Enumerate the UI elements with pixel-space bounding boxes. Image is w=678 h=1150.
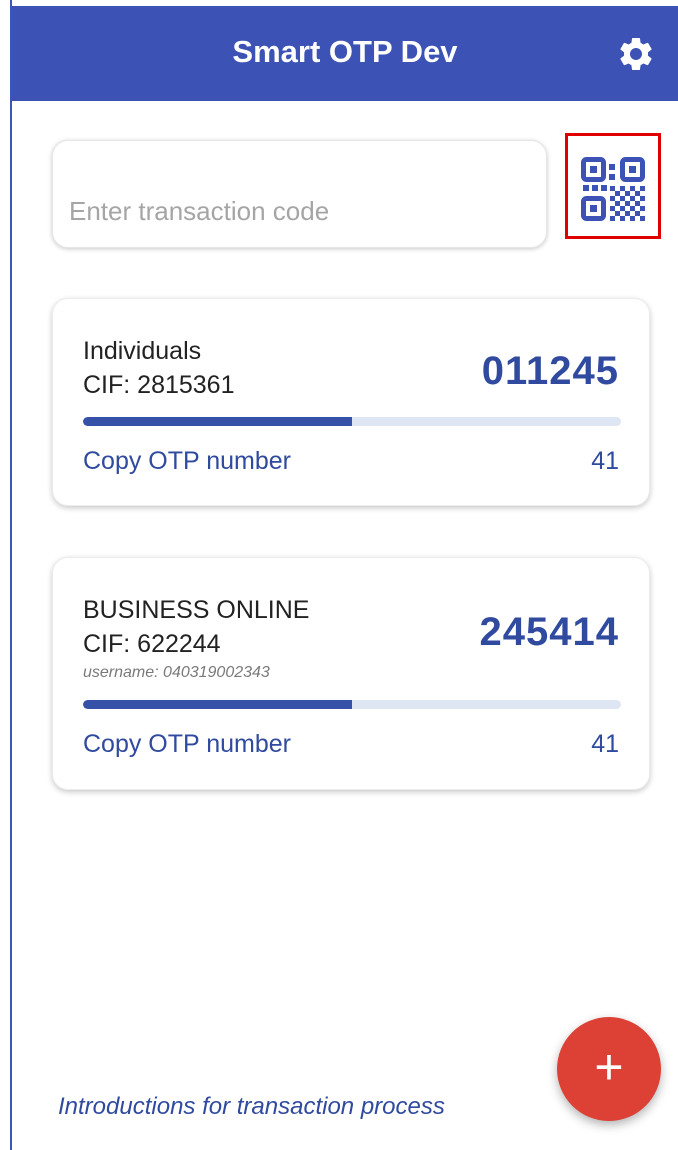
transaction-code-input[interactable]	[69, 189, 529, 233]
app-title: Smart OTP Dev	[232, 34, 458, 69]
transaction-code-field	[52, 140, 547, 248]
app-bar: Smart OTP Dev	[12, 6, 678, 101]
otp-code: 011245	[481, 349, 619, 393]
otp-timer-bar	[83, 417, 621, 426]
transaction-instructions-link[interactable]: Introductions for transaction process	[58, 1093, 445, 1121]
gear-icon[interactable]	[616, 34, 656, 74]
otp-timer-bar	[83, 700, 621, 709]
otp-timer-fill	[83, 700, 352, 709]
app-screen: Smart OTP Dev Enter transaction code Ind…	[10, 0, 678, 1150]
copy-otp-button[interactable]: Copy OTP number	[83, 447, 291, 476]
otp-card-individuals: Individuals CIF: 2815361 011245 Copy OTP…	[52, 298, 650, 506]
otp-card-business: BUSINESS ONLINE CIF: 622244 username: 04…	[52, 557, 650, 790]
account-username: username: 040319002343	[83, 664, 270, 681]
add-account-button[interactable]: +	[557, 1017, 661, 1121]
scan-qr-button[interactable]	[565, 133, 661, 239]
otp-countdown: 41	[591, 447, 619, 475]
otp-timer-fill	[83, 417, 352, 426]
account-name: BUSINESS ONLINE	[83, 596, 310, 624]
account-name: Individuals	[83, 337, 202, 365]
qr-code-icon	[581, 157, 645, 221]
account-cif: CIF: 2815361	[83, 371, 235, 399]
copy-otp-button[interactable]: Copy OTP number	[83, 730, 291, 759]
otp-countdown: 41	[591, 730, 619, 758]
account-cif: CIF: 622244	[83, 630, 221, 658]
otp-code: 245414	[479, 610, 619, 654]
